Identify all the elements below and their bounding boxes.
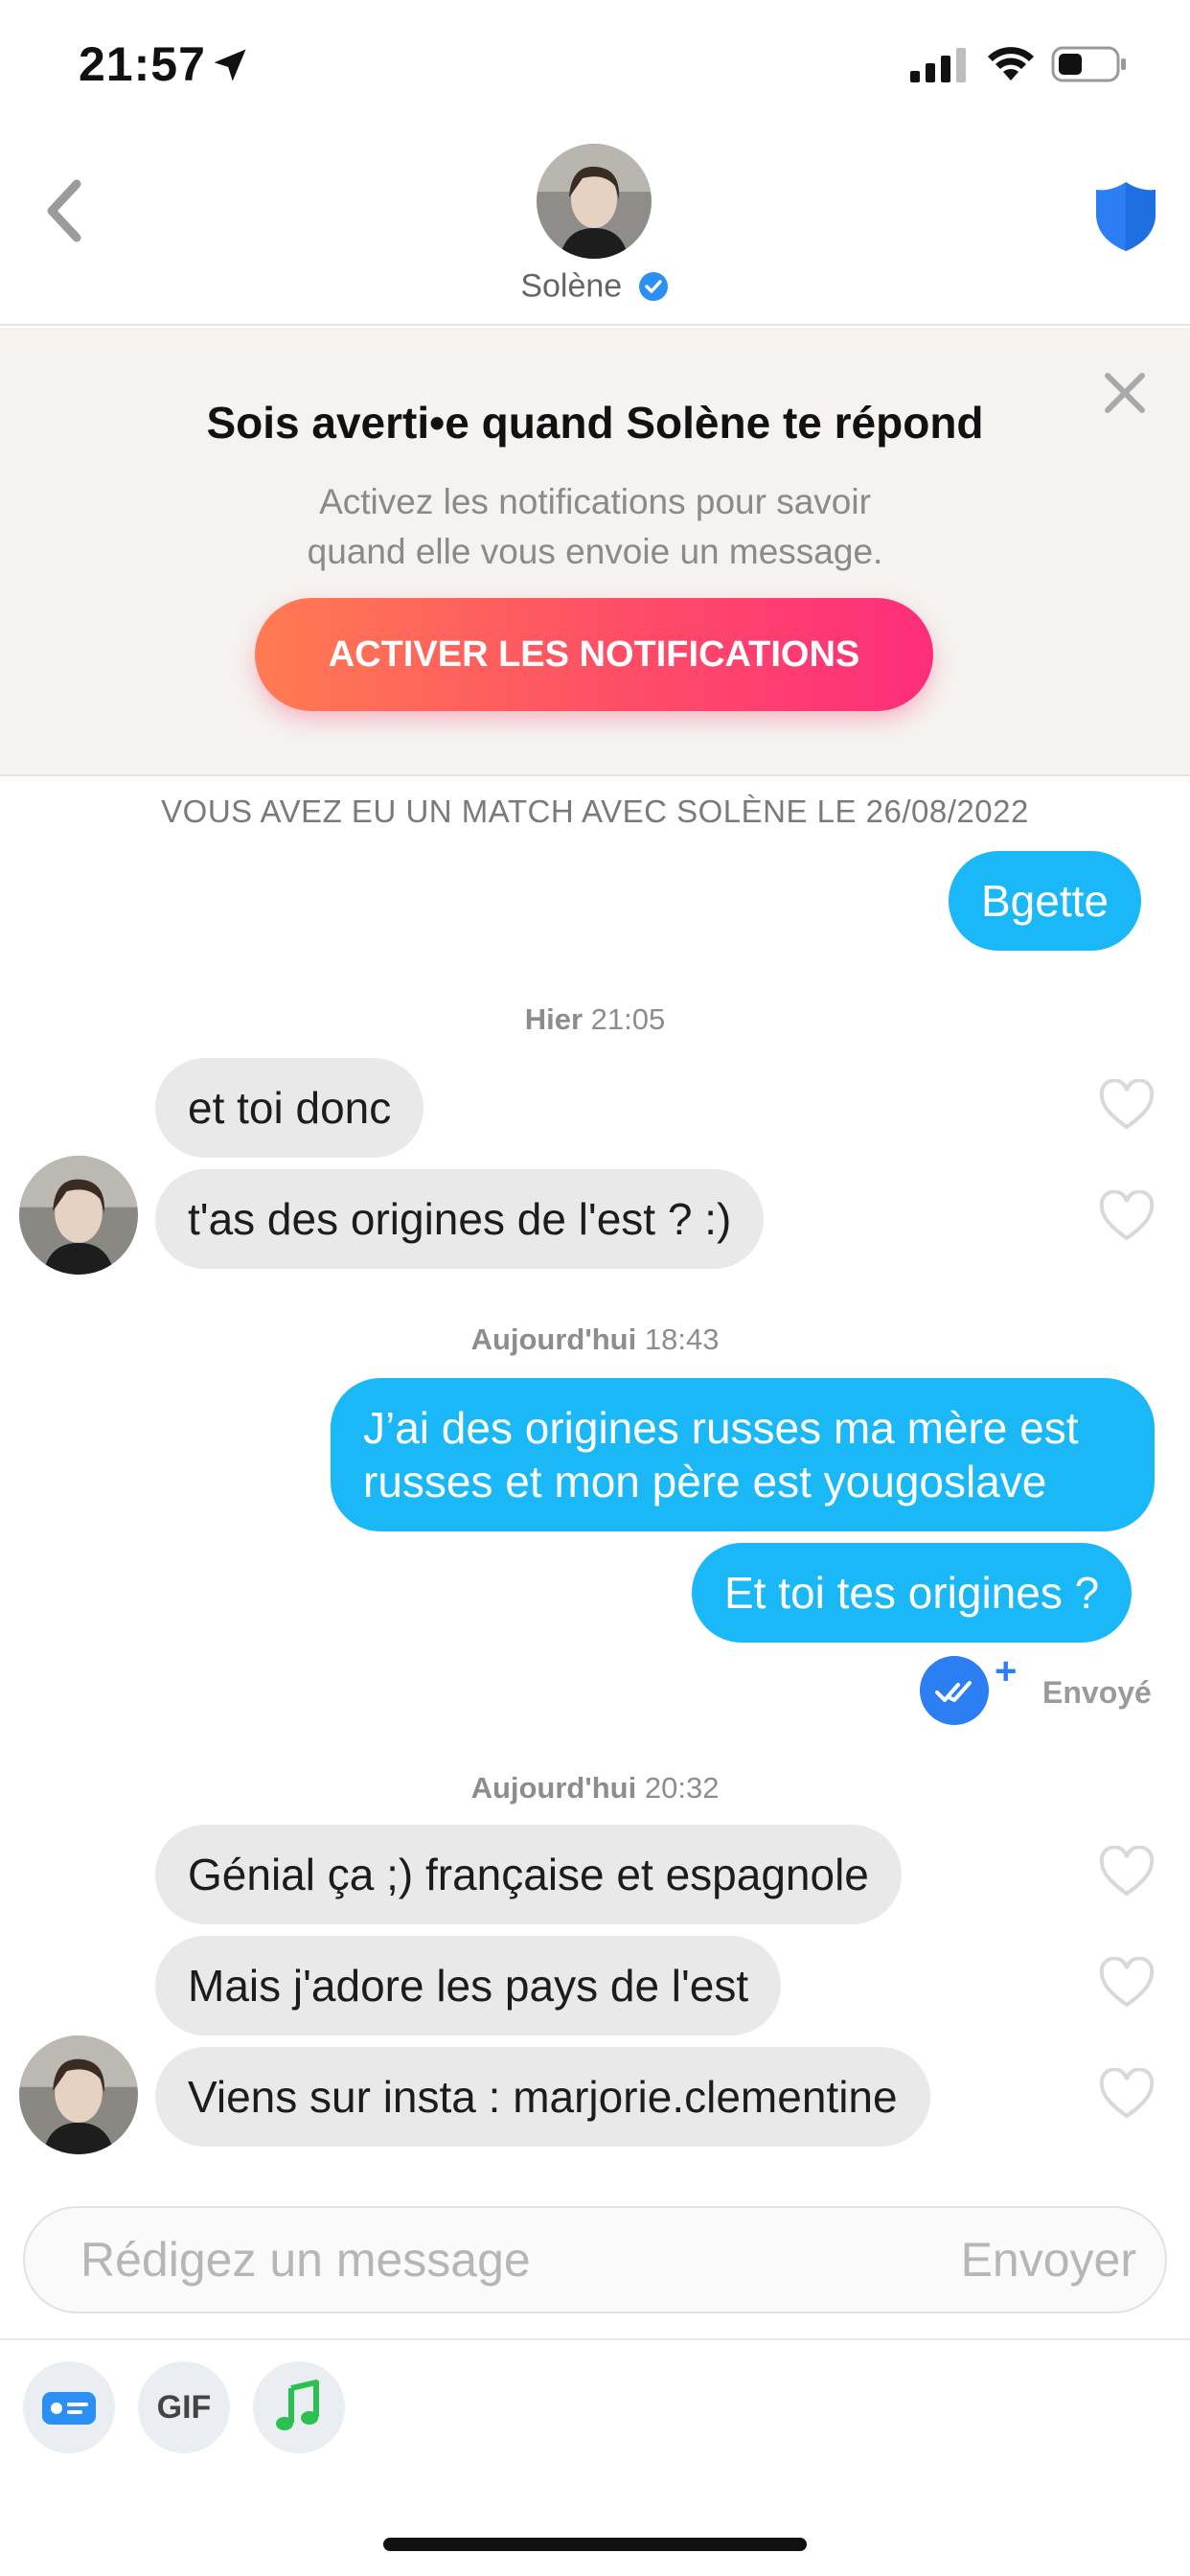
sent-label: Envoyé [1042,1675,1152,1710]
status-bar: 21:57 [0,0,1190,125]
banner-subtitle-line1: Activez les notifications pour savoir [319,482,871,521]
wifi-icon [988,47,1034,80]
separator-day: Aujourd'hui [470,1771,637,1805]
message-bubble-sent[interactable]: Bgette [949,851,1141,951]
contact-avatar[interactable] [537,144,652,259]
message-bubble-sent[interactable]: Et toi tes origines ? [692,1543,1133,1643]
music-note-icon [276,2380,319,2430]
message-bubble-received[interactable]: Viens sur insta : marjorie.clementine [155,2047,930,2147]
verified-badge-icon [638,272,668,302]
banner-subtitle-line2: quand elle vous envoie un message. [307,532,883,571]
signal-icon [910,48,966,82]
match-info: VOUS AVEZ EU UN MATCH AVEC SOLÈNE LE 26/… [161,794,1029,829]
enable-notifications-button[interactable]: ACTIVER LES NOTIFICATIONS [255,598,933,711]
music-button[interactable] [253,2361,345,2453]
contact-name-row: Solène [0,266,1190,306]
contact-name: Solène [520,267,623,305]
gif-button[interactable]: GIF [138,2361,230,2453]
message-composer: Rédigez un message Envoyer [23,2206,1167,2313]
heart-icon[interactable] [1098,1846,1156,1899]
sent-status: + Envoyé [920,1650,1169,1733]
contact-card-icon [42,2392,96,2425]
banner-subtitle: Activez les notifications pour savoir qu… [0,477,1190,577]
separator-day: Hier [524,1002,584,1036]
heart-icon[interactable] [1098,1190,1156,1244]
day-separator: Aujourd'hui 20:32 [0,1771,1190,1806]
battery-icon [1051,46,1126,82]
divider [0,2338,1190,2340]
heart-icon[interactable] [1098,2068,1156,2122]
day-separator: Hier 21:05 [0,1002,1190,1037]
send-button[interactable]: Envoyer [961,2208,1136,2312]
message-input[interactable]: Rédigez un message [80,2208,531,2312]
location-arrow-icon [214,49,246,81]
status-time: 21:57 [79,37,206,91]
message-bubble-received[interactable]: Génial ça ;) française et espagnole [155,1825,902,1924]
sender-avatar[interactable] [19,1156,138,1275]
message-line: J’ai des origines russes ma mère est [363,1403,1079,1453]
message-bubble-received[interactable]: Mais j'adore les pays de l'est [155,1936,782,2036]
back-chevron-icon[interactable] [36,172,94,249]
banner-title: Sois averti•e quand Solène te répond [206,398,984,448]
message-bubble-received[interactable]: et toi donc [155,1058,424,1158]
contact-card-button[interactable] [23,2361,115,2453]
message-bubble-sent[interactable]: J’ai des origines russes ma mère est rus… [331,1378,1155,1531]
heart-icon[interactable] [1098,1079,1156,1133]
home-indicator[interactable] [383,2538,807,2551]
message-line: russes et mon père est yougoslave [363,1457,1047,1506]
chat-header: Solène [0,125,1190,326]
plus-icon: + [995,1650,1018,1692]
day-separator: Aujourd'hui 18:43 [0,1322,1190,1357]
separator-time: 20:32 [644,1771,720,1805]
heart-icon[interactable] [1098,1957,1156,2011]
separator-time: 18:43 [644,1322,720,1356]
double-check-icon [920,1656,989,1725]
notification-banner: Sois averti•e quand Solène te répond Act… [0,328,1190,776]
shield-icon[interactable] [1092,178,1159,255]
separator-day: Aujourd'hui [470,1322,637,1356]
separator-time: 21:05 [590,1002,666,1036]
message-bubble-received[interactable]: t'as des origines de l'est ? :) [155,1169,765,1269]
sender-avatar[interactable] [19,2036,138,2154]
